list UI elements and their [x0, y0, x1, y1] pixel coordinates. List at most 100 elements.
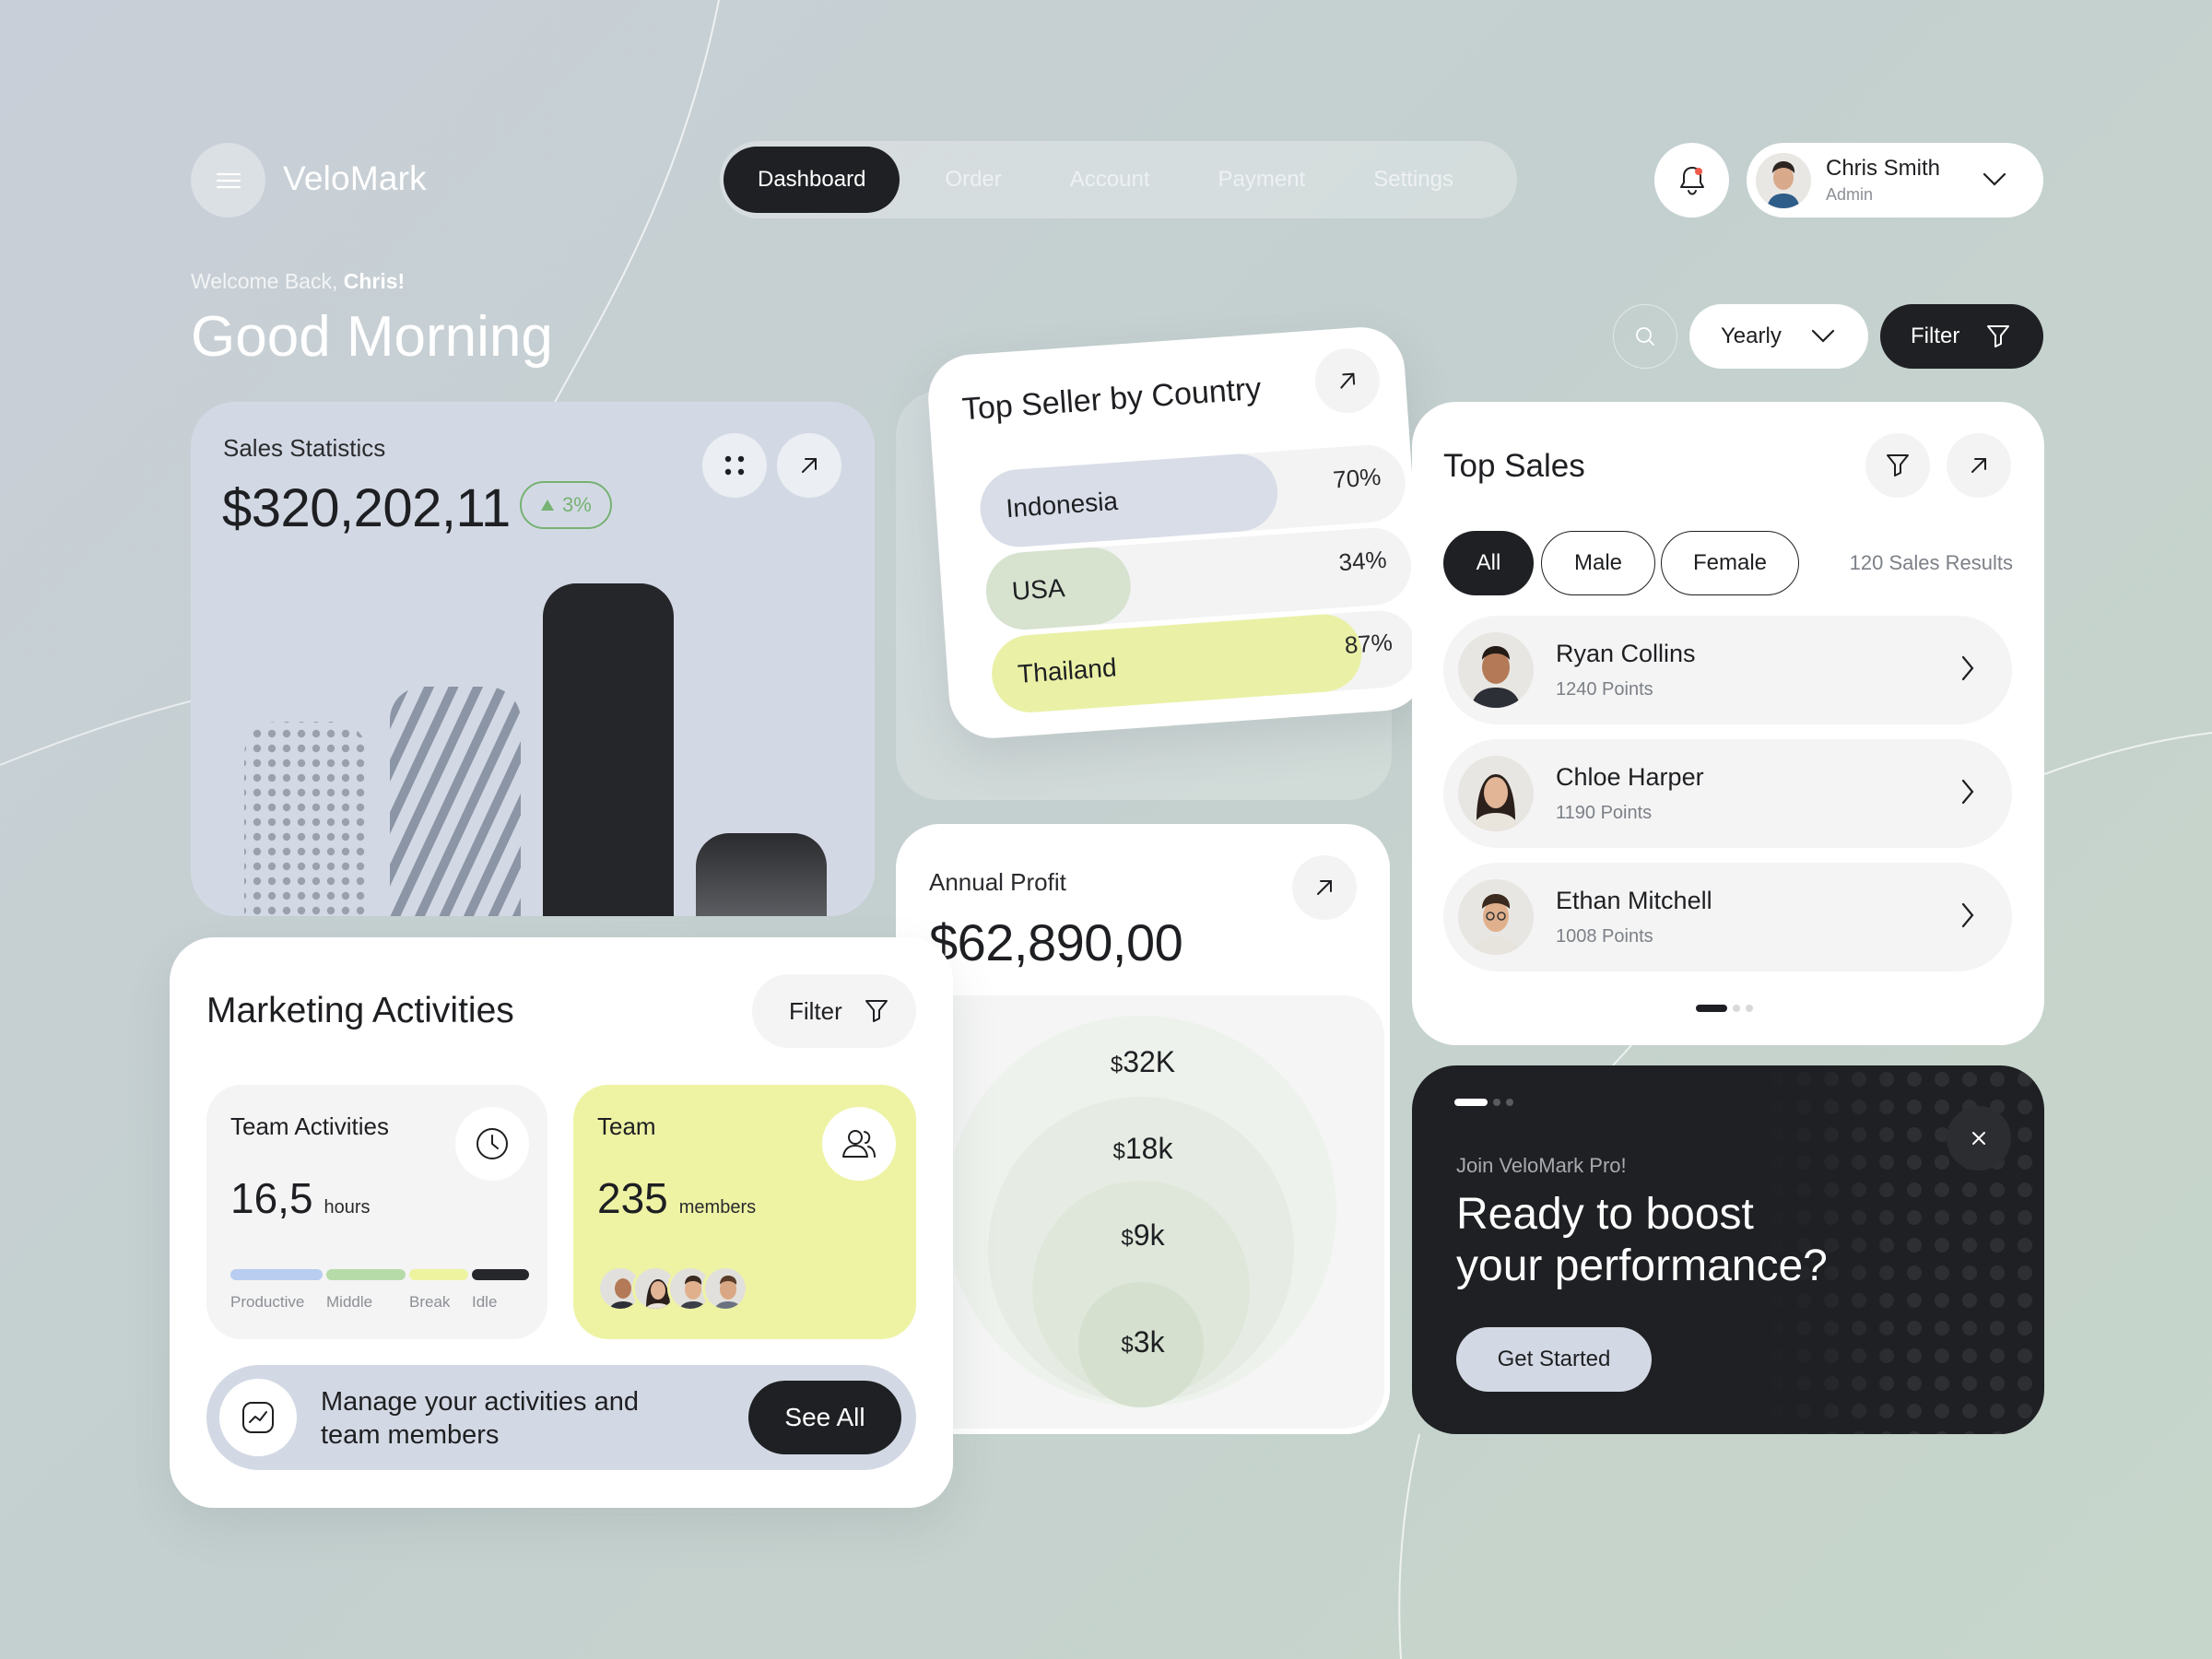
user-name: Chris Smith	[1826, 156, 1941, 181]
sales-person-row[interactable]: Chloe Harper 1190 Points	[1443, 739, 2012, 848]
marketing-title: Marketing Activities	[206, 991, 514, 1030]
team-activities-value: 16,5	[230, 1174, 313, 1222]
team-card: Team 235 members	[573, 1085, 916, 1339]
top-sales-expand-button[interactable]	[1947, 433, 2011, 498]
country-name: Thailand	[1017, 653, 1118, 688]
segment-label: Middle	[326, 1293, 373, 1311]
arrow-up-right-icon	[1340, 372, 1356, 389]
activity-chart-icon	[242, 1402, 274, 1433]
greeting-title: Good Morning	[191, 305, 553, 369]
annual-profit-card: Annual Profit $62,890,00 $32K $18k $9k $…	[896, 824, 1390, 1434]
sales-statistics-card: Sales Statistics $320,202,11 3%	[191, 402, 875, 916]
search-icon	[1636, 327, 1654, 346]
sales-bar-4	[696, 833, 827, 916]
sales-bar-2	[390, 687, 521, 916]
team-activities-card: Team Activities 16,5 hours Productive Mi…	[206, 1085, 547, 1339]
avatar	[1458, 879, 1534, 955]
menu-button[interactable]	[191, 143, 265, 218]
chevron-right-icon	[1961, 779, 1974, 805]
ring-label: $3k	[1121, 1325, 1165, 1359]
chevron-right-icon	[1961, 902, 1974, 928]
period-select[interactable]: Yearly	[1689, 304, 1868, 369]
promo-headline: Ready to boost your performance?	[1456, 1190, 1828, 1290]
marketing-filter-button[interactable]: Filter	[752, 974, 916, 1048]
promo-pagination[interactable]	[1454, 1099, 1513, 1106]
tab-all[interactable]: All	[1443, 531, 1534, 595]
top-sales-card: Top Sales All Male Female 120 Sales Resu…	[1412, 402, 2044, 1045]
segment-label: Productive	[230, 1293, 305, 1311]
funnel-icon	[1987, 325, 2009, 347]
team-activities-title: Team Activities	[230, 1112, 389, 1140]
country-percent: 70%	[1332, 462, 1382, 494]
tab-male[interactable]: Male	[1541, 531, 1655, 595]
activity-chart-button[interactable]	[219, 1379, 297, 1456]
person-points: 1190 Points	[1556, 803, 1653, 823]
close-button[interactable]	[1947, 1106, 2011, 1171]
user-role: Admin	[1826, 185, 1874, 204]
top-sales-filter-button[interactable]	[1865, 433, 1930, 498]
main-nav: Dashboard Order Account Payment Settings	[720, 141, 1517, 218]
brand-name: VeloMark	[283, 159, 427, 197]
marketing-filter-label: Filter	[789, 996, 842, 1025]
nav-order[interactable]: Order	[911, 147, 1035, 213]
segment-middle-bar	[326, 1269, 406, 1280]
nav-payment[interactable]: Payment	[1184, 147, 1340, 213]
segment-idle-bar	[472, 1269, 529, 1280]
team-members-button[interactable]	[822, 1107, 896, 1181]
activity-segments	[230, 1269, 529, 1280]
country-bar-indonesia: Indonesia	[977, 451, 1280, 550]
person-points: 1008 Points	[1556, 926, 1653, 947]
funnel-icon	[1887, 454, 1909, 477]
marketing-activities-card: Marketing Activities Filter Team Activit…	[170, 937, 953, 1508]
top-seller-card: Top Seller by Country Indonesia 70% USA …	[925, 324, 1429, 741]
team-activities-value-wrap: 16,5 hours	[230, 1173, 371, 1223]
team-unit: members	[678, 1197, 757, 1218]
avatar	[1458, 756, 1534, 831]
country-percent: 87%	[1343, 628, 1394, 659]
tab-female[interactable]: Female	[1661, 531, 1799, 595]
ring-label: $9k	[1121, 1218, 1165, 1252]
notifications-button[interactable]	[1654, 143, 1729, 218]
avatar	[702, 1265, 748, 1312]
get-started-button[interactable]: Get Started	[1456, 1327, 1652, 1392]
person-points: 1240 Points	[1556, 679, 1653, 700]
sales-person-row[interactable]: Ethan Mitchell 1008 Points	[1443, 863, 2012, 971]
country-name: USA	[1010, 573, 1066, 606]
bell-icon	[1679, 166, 1704, 195]
filter-button[interactable]: Filter	[1880, 304, 2043, 369]
close-icon	[1972, 1132, 1985, 1145]
promo-card: Join VeloMark Pro! Ready to boost your p…	[1412, 1065, 2044, 1434]
person-name: Chloe Harper	[1556, 763, 1704, 791]
manage-activities-text: Manage your activities and team members	[321, 1387, 639, 1450]
team-title: Team	[597, 1112, 656, 1140]
team-value: 235	[597, 1174, 668, 1222]
funnel-icon	[865, 1000, 888, 1022]
segment-label: Idle	[472, 1293, 498, 1311]
top-seller-expand-button[interactable]	[1312, 346, 1382, 416]
chevron-down-icon	[1983, 172, 2006, 186]
nav-dashboard[interactable]: Dashboard	[724, 147, 900, 213]
users-icon	[842, 1130, 876, 1158]
nav-account[interactable]: Account	[1036, 147, 1184, 213]
ring-label: $18k	[1112, 1132, 1173, 1165]
team-value-wrap: 235 members	[597, 1173, 756, 1223]
chevron-right-icon	[1961, 655, 1974, 681]
team-avatars	[597, 1265, 748, 1312]
nav-settings[interactable]: Settings	[1339, 147, 1488, 213]
segment-productive-bar	[230, 1269, 323, 1280]
team-activities-unit: hours	[324, 1197, 371, 1218]
see-all-button[interactable]: See All	[748, 1381, 901, 1454]
pagination-dots[interactable]	[1696, 1005, 1753, 1012]
avatar	[1458, 632, 1534, 708]
segment-labels: Productive Middle Break Idle	[230, 1293, 529, 1312]
clock-icon	[477, 1128, 508, 1159]
ring-label: $32K	[1110, 1045, 1176, 1078]
profile-menu[interactable]: Chris Smith Admin	[1747, 143, 2043, 218]
user-avatar	[1756, 152, 1811, 208]
country-percent: 34%	[1337, 545, 1388, 577]
person-name: Ethan Mitchell	[1556, 887, 1712, 914]
search-button[interactable]	[1613, 304, 1677, 369]
clock-button[interactable]	[455, 1107, 529, 1181]
chevron-down-icon	[1811, 329, 1835, 343]
sales-person-row[interactable]: Ryan Collins 1240 Points	[1443, 616, 2012, 724]
